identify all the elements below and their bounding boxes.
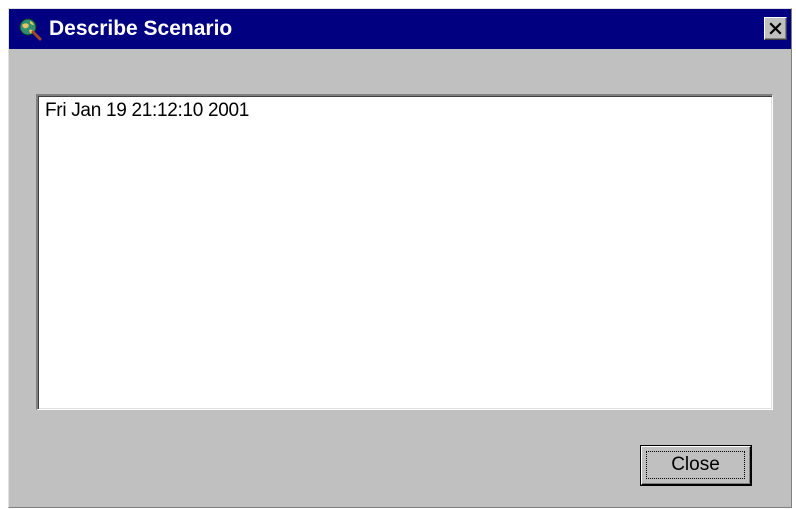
close-button-label: Close <box>671 454 720 475</box>
title-close-button[interactable] <box>764 17 787 40</box>
scenario-description-textarea[interactable]: Fri Jan 19 21:12:10 2001 <box>36 94 773 410</box>
globe-magnifier-icon <box>18 17 42 41</box>
close-button[interactable]: Close <box>641 446 751 485</box>
close-button-focus-rect: Close <box>646 451 745 479</box>
scenario-description-text: Fri Jan 19 21:12:10 2001 <box>45 100 250 121</box>
title-bar[interactable]: Describe Scenario <box>9 9 791 49</box>
close-icon <box>769 22 782 35</box>
window-title: Describe Scenario <box>49 17 233 40</box>
describe-scenario-dialog: Describe Scenario Fri Jan 19 21:12:10 20… <box>8 8 792 508</box>
